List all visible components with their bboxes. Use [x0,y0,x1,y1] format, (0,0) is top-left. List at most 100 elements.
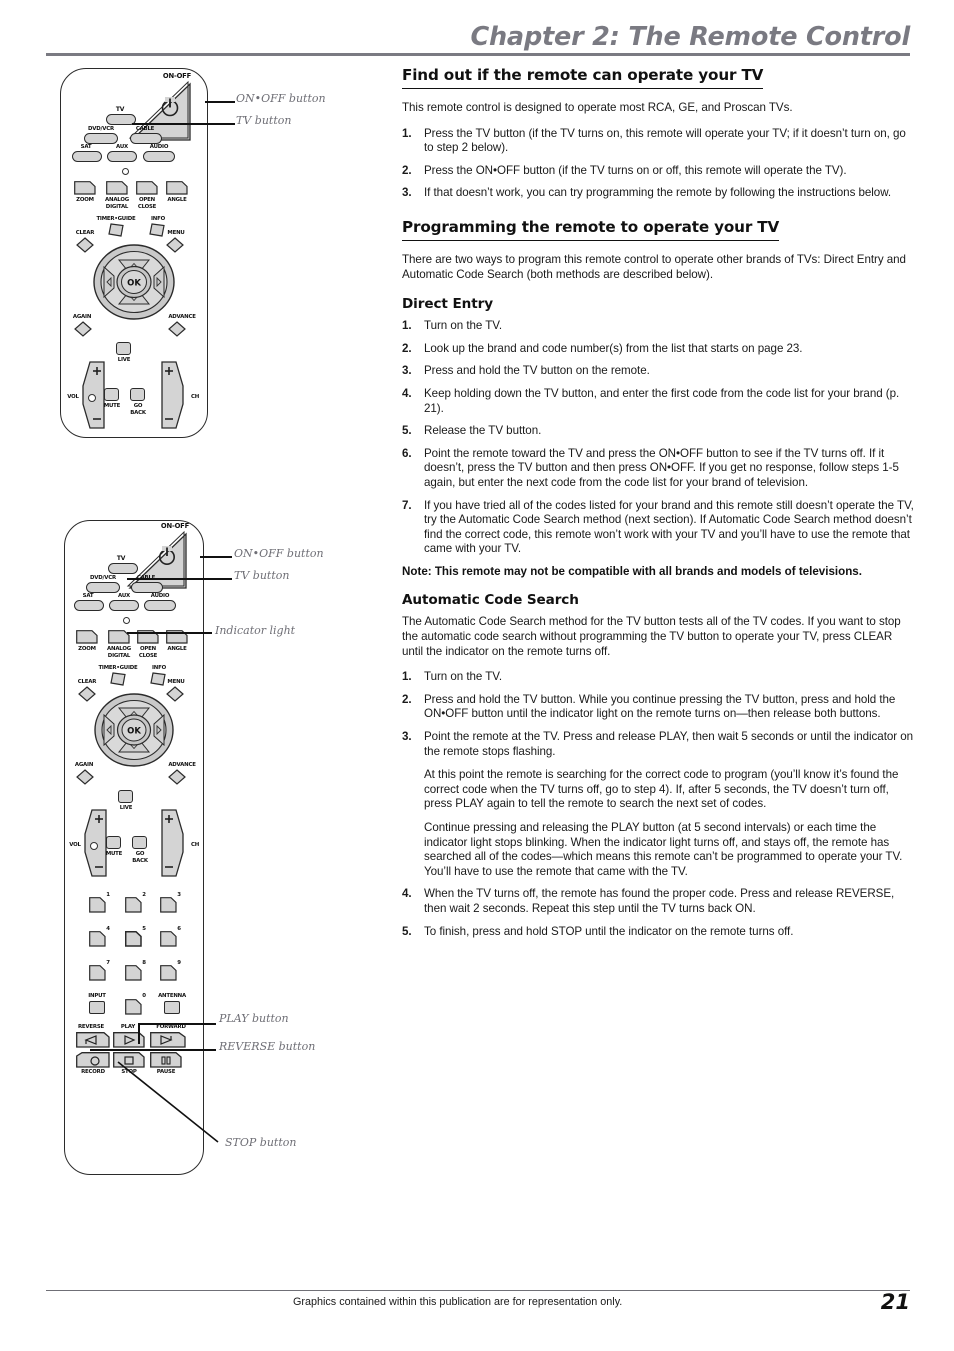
advance-button[interactable] [168,769,186,785]
live-label: LIVE [117,357,131,363]
clear-label: CLEAR [77,679,97,685]
analog-digital-button[interactable] [106,181,128,195]
number-button-6[interactable] [160,931,177,947]
list-item: 4. Keep holding down the TV button, and e… [402,387,914,416]
svg-text:OK: OK [127,727,141,737]
manual-page: Chapter 2: The Remote Control Find out i… [0,0,954,1351]
cable-button[interactable] [130,133,162,144]
section-programming: Programming the remote to operate your T… [402,218,914,244]
number-button-8[interactable] [125,965,142,981]
antenna-label: ANTENNA [158,993,186,999]
advance-label: ADVANCE [168,314,196,320]
play-button[interactable] [113,1032,145,1048]
zoom-label: ZOOM [78,646,96,652]
go-back-button[interactable] [132,836,147,849]
number-button-5[interactable] [125,931,142,947]
heading-find-out: Find out if the remote can operate your … [402,66,763,89]
paragraph-find-out-intro: This remote control is designed to opera… [402,101,793,114]
menu-label: MENU [167,230,185,236]
go-back-button[interactable] [130,388,145,401]
live-button[interactable] [116,342,131,355]
number-label-0: 0 [142,993,146,999]
number-button-7[interactable] [89,965,106,981]
list-item: 2. Press the ON•OFF button (if the TV tur… [402,164,914,179]
reverse-button[interactable] [76,1032,110,1048]
step-number: 3. [402,730,412,744]
list-item: 3. If that doesn’t work, you can try prog… [402,186,914,201]
number-button-4[interactable] [89,931,106,947]
cable-button[interactable] [131,582,163,593]
dpad[interactable]: OK [94,693,174,767]
audio-button[interactable] [143,151,175,162]
callout-leader-tv-2 [127,578,232,580]
ch-label: CH [190,394,200,400]
callout-leader-play-vert [138,1024,140,1044]
ch-label: CH [190,842,200,848]
zoom-button[interactable] [76,630,98,644]
again-button[interactable] [74,321,92,337]
step-continuation: At this point the remote is searching fo… [424,768,899,811]
tv-button[interactable] [108,563,138,574]
list-item: 1. Press the TV button (if the TV turns o… [402,127,914,156]
live-button[interactable] [118,790,133,803]
callout-indicator-label: Indicator light [215,624,296,637]
antenna-button[interactable] [164,1001,180,1014]
clear-label: CLEAR [75,230,95,236]
angle-button[interactable] [166,181,188,195]
angle-label: ANGLE [167,646,187,652]
number-label-2: 2 [142,892,146,898]
content-column: Find out if the remote can operate your … [402,66,914,947]
number-button-0[interactable] [125,999,142,1015]
open-close-button[interactable] [136,181,158,195]
number-button-9[interactable] [160,965,177,981]
mute-button[interactable] [104,388,119,401]
aux-button[interactable] [109,600,139,611]
dpad[interactable]: OK [93,244,175,320]
dvdvcr-button[interactable] [86,582,120,593]
sat-button[interactable] [72,151,102,162]
number-button-1[interactable] [89,897,106,913]
forward-button[interactable] [150,1032,186,1048]
section-find-out: Find out if the remote can operate your … [402,66,914,92]
indicator-light-icon [123,617,130,624]
callout-leader-stop [117,1061,223,1146]
zoom-button[interactable] [74,181,96,195]
step-number: 5. [402,924,412,938]
again-label: AGAIN [72,314,92,320]
input-button[interactable] [89,1001,105,1014]
input-label: INPUT [88,993,106,999]
dvdvcr-button[interactable] [84,133,118,144]
info-label: INFO [152,665,166,671]
list-item: 2. Press and hold the TV button. While yo… [402,693,914,722]
audio-button[interactable] [144,600,176,611]
dvdvcr-label: DVD/VCR [90,575,116,581]
step-continuation: Continue pressing and releasing the PLAY… [424,821,903,878]
number-button-2[interactable] [125,897,142,913]
cable-label: CABLE [135,126,155,132]
angle-label: ANGLE [167,197,187,203]
step-number: 3. [402,364,412,378]
timer-guide-button[interactable] [108,223,124,237]
sat-label: SAT [80,144,92,150]
advance-button[interactable] [168,321,186,337]
channel-rocker[interactable] [160,808,186,878]
back-label: BACK [132,858,148,864]
sat-button[interactable] [74,600,104,611]
footer-divider [46,1290,910,1291]
aux-button[interactable] [107,151,137,162]
mute-button[interactable] [106,836,121,849]
step-number: 3. [402,186,412,200]
number-label-6: 6 [177,926,181,932]
timer-guide-button[interactable] [110,672,126,686]
record-button[interactable] [76,1052,110,1068]
step-text: Look up the brand and code number(s) fro… [424,341,803,355]
callout-leader-indicator [127,632,212,634]
again-button[interactable] [76,769,94,785]
callout-leader-play [138,1023,216,1025]
step-text: Point the remote toward the TV and press… [424,446,899,489]
number-button-3[interactable] [160,897,177,913]
step-text: Release the TV button. [424,424,542,438]
channel-rocker[interactable] [160,360,186,430]
clear-button[interactable] [76,237,94,253]
audio-label: AUDIO [149,144,169,150]
